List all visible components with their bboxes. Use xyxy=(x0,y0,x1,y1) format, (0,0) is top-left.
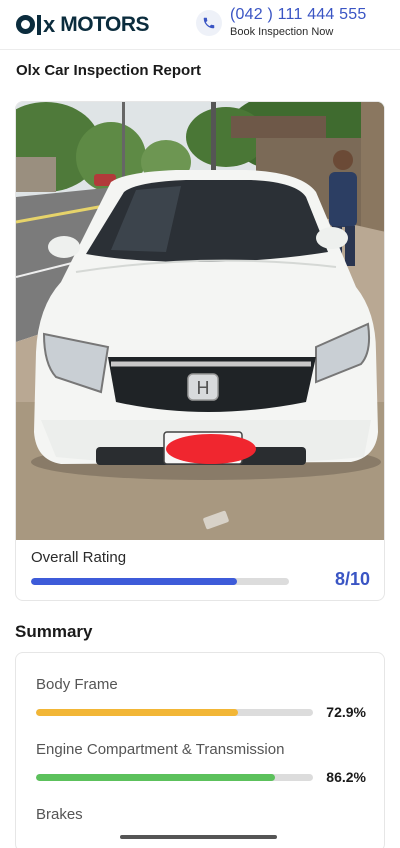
overall-rating-label: Overall Rating xyxy=(31,549,127,566)
olx-motors-logo[interactable]: x MOTORS xyxy=(16,12,150,37)
contact-phone-number[interactable]: (042 ) 111 444 555 xyxy=(230,6,366,24)
page-title: Olx Car Inspection Report xyxy=(16,62,202,79)
car-photo[interactable]: H xyxy=(16,102,385,540)
book-inspection-contact[interactable]: (042 ) 111 444 555 Book Inspection Now xyxy=(196,6,366,39)
metric-label: Body Frame xyxy=(36,676,118,693)
phone-icon xyxy=(196,9,222,36)
overall-rating-bar-fill xyxy=(31,578,238,585)
logo-text: MOTORS xyxy=(60,12,150,36)
book-inspection-link[interactable]: Book Inspection Now xyxy=(230,25,366,39)
summary-card: Body Frame 72.9% Engine Compartment & Tr… xyxy=(15,652,385,848)
metric-brakes[interactable]: Brakes xyxy=(36,806,366,823)
olx-logo-mark: x xyxy=(16,13,55,36)
metric-body-frame[interactable]: Body Frame 72.9% xyxy=(36,676,366,720)
app-header: x MOTORS (042 ) 111 444 555 Book Inspect… xyxy=(0,0,400,50)
home-indicator[interactable] xyxy=(120,835,277,839)
metric-engine-transmission[interactable]: Engine Compartment & Transmission 86.2% xyxy=(36,741,366,785)
metric-bar-fill xyxy=(36,774,275,781)
metric-bar xyxy=(36,709,313,716)
overall-rating-bar xyxy=(31,578,289,585)
overall-rating-value: 8/10 xyxy=(334,569,370,589)
metric-bar xyxy=(36,774,313,781)
metric-value: 72.9% xyxy=(326,704,366,720)
metric-value: 86.2% xyxy=(326,769,366,785)
metric-label: Brakes xyxy=(36,806,83,823)
svg-text:H: H xyxy=(196,378,210,399)
car-overview-card: H Overall Rating 8/10 xyxy=(15,101,385,601)
metric-bar-fill xyxy=(36,709,238,716)
summary-heading: Summary xyxy=(15,622,93,641)
metric-label: Engine Compartment & Transmission xyxy=(36,741,285,758)
